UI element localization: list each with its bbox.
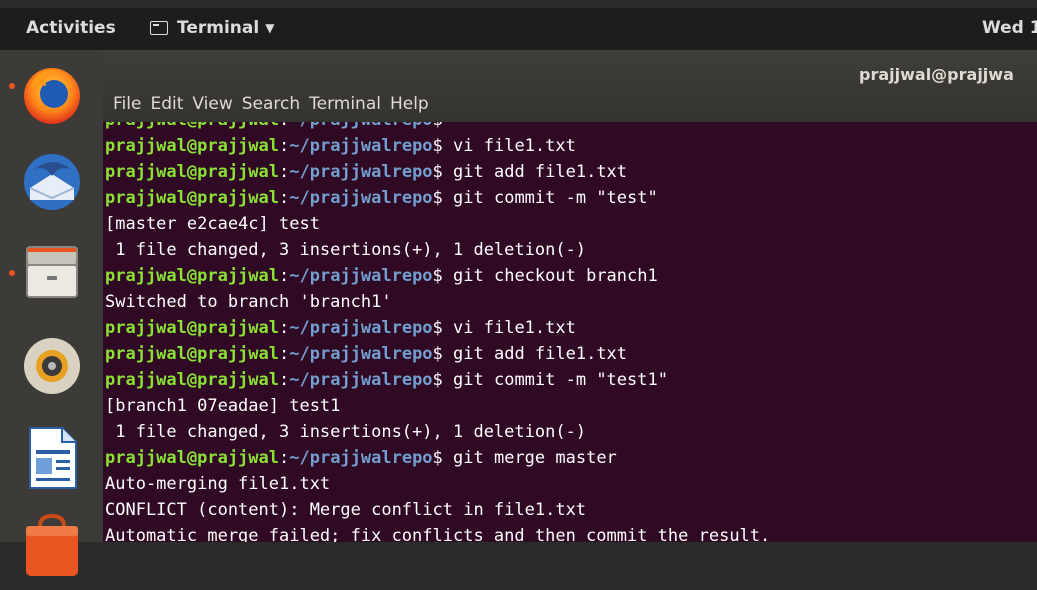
prompt-path: ~/prajjwalrepo: [289, 122, 432, 130]
menu-terminal[interactable]: Terminal: [309, 94, 381, 114]
output-line: Automatic merge failed; fix conflicts an…: [105, 526, 771, 542]
output-line: Switched to branch 'branch1': [105, 292, 392, 312]
launcher-item-firefox[interactable]: [16, 58, 88, 130]
launcher-item-files[interactable]: [16, 234, 88, 306]
launcher: [0, 50, 103, 576]
activities-button[interactable]: Activities: [26, 18, 116, 38]
output-line: 1 file changed, 3 insertions(+), 1 delet…: [105, 240, 587, 260]
prompt-line: prajjwal@prajjwal:~/prajjwalrepo$ vi fil…: [105, 136, 576, 156]
output-line: CONFLICT (content): Merge conflict in fi…: [105, 500, 587, 520]
prompt-path: ~/prajjwalrepo: [289, 162, 433, 182]
prompt-user: prajjwal@prajjwal: [105, 136, 279, 156]
prompt-user: prajjwal@prajjwal: [105, 188, 279, 208]
terminal-titlebar[interactable]: prajjwal@prajjwa File Edit View Search T…: [103, 50, 1037, 122]
prompt-line: prajjwal@prajjwal:~/prajjwalrepo$: [105, 122, 770, 133]
chevron-down-icon: ▼: [265, 21, 275, 35]
menu-view[interactable]: View: [192, 94, 232, 114]
output-line: [master e2cae4c] test: [105, 214, 320, 234]
launcher-item-writer[interactable]: [16, 422, 88, 494]
app-menu-label: Terminal: [177, 18, 260, 38]
files-icon: [26, 246, 78, 298]
running-indicator: [9, 83, 15, 89]
terminal-icon: [150, 21, 168, 35]
command-text: git checkout branch1: [442, 266, 658, 286]
output-line: Auto-merging file1.txt: [105, 474, 331, 494]
prompt-user: prajjwal@prajjwal: [105, 370, 279, 390]
command-text: git commit -m "test": [442, 188, 658, 208]
prompt-user: prajjwal@prajjwal: [105, 122, 279, 130]
command-text: git add file1.txt: [442, 344, 628, 364]
prompt-path: ~/prajjwalrepo: [289, 188, 433, 208]
output-line: 1 file changed, 3 insertions(+), 1 delet…: [105, 422, 587, 442]
menu-file[interactable]: File: [113, 94, 141, 114]
prompt-path: ~/prajjwalrepo: [289, 136, 433, 156]
prompt-path: ~/prajjwalrepo: [289, 266, 433, 286]
clock[interactable]: Wed 1: [982, 18, 1037, 38]
prompt-line: prajjwal@prajjwal:~/prajjwalrepo$ git ch…: [105, 266, 658, 286]
prompt-path: ~/prajjwalrepo: [289, 344, 433, 364]
menu-bar: File Edit View Search Terminal Help: [113, 94, 438, 114]
app-menu[interactable]: Terminal ▼: [150, 18, 274, 38]
prompt-line: prajjwal@prajjwal:~/prajjwalrepo$ git co…: [105, 188, 658, 208]
prompt-line: prajjwal@prajjwal:~/prajjwalrepo$ git ad…: [105, 344, 628, 364]
window-title: prajjwal@prajjwa: [859, 65, 1014, 84]
thunderbird-icon: [24, 154, 80, 210]
command-text: vi file1.txt: [442, 136, 576, 156]
prompt-path: ~/prajjwalrepo: [289, 448, 433, 468]
launcher-item-rhythmbox[interactable]: [16, 330, 88, 402]
top-panel: Activities Terminal ▼ Wed 1: [0, 8, 1037, 50]
launcher-item-thunderbird[interactable]: [16, 146, 88, 218]
menu-help[interactable]: Help: [390, 94, 429, 114]
prompt-user: prajjwal@prajjwal: [105, 266, 279, 286]
running-indicator: [9, 270, 15, 276]
command-text: git merge master: [442, 448, 617, 468]
output-line: [branch1 07eadae] test1: [105, 396, 341, 416]
rhythmbox-icon: [24, 338, 80, 394]
command-text: git commit -m "test1": [442, 370, 668, 390]
menu-edit[interactable]: Edit: [150, 94, 183, 114]
terminal-lines: prajjwal@prajjwal:~/prajjwalrepo$prajjwa…: [105, 122, 770, 542]
terminal-output[interactable]: prajjwal@prajjwal:~/prajjwalrepo$prajjwa…: [103, 122, 1037, 542]
prompt-line: prajjwal@prajjwal:~/prajjwalrepo$ vi fil…: [105, 318, 576, 338]
prompt-path: ~/prajjwalrepo: [289, 318, 433, 338]
prompt-line: prajjwal@prajjwal:~/prajjwalrepo$ git ad…: [105, 162, 628, 182]
prompt-line: prajjwal@prajjwal:~/prajjwalrepo$ git co…: [105, 370, 668, 390]
prompt-user: prajjwal@prajjwal: [105, 162, 279, 182]
software-icon: [26, 513, 78, 576]
prompt-line: prajjwal@prajjwal:~/prajjwalrepo$ git me…: [105, 448, 617, 468]
prompt-user: prajjwal@prajjwal: [105, 448, 279, 468]
menu-search[interactable]: Search: [242, 94, 300, 114]
prompt-path: ~/prajjwalrepo: [289, 370, 433, 390]
launcher-item-software[interactable]: [16, 513, 88, 586]
prompt-user: prajjwal@prajjwal: [105, 344, 279, 364]
prompt-user: prajjwal@prajjwal: [105, 318, 279, 338]
command-text: vi file1.txt: [442, 318, 576, 338]
firefox-icon: [24, 68, 80, 124]
writer-icon: [29, 427, 77, 489]
command-text: git add file1.txt: [442, 162, 628, 182]
